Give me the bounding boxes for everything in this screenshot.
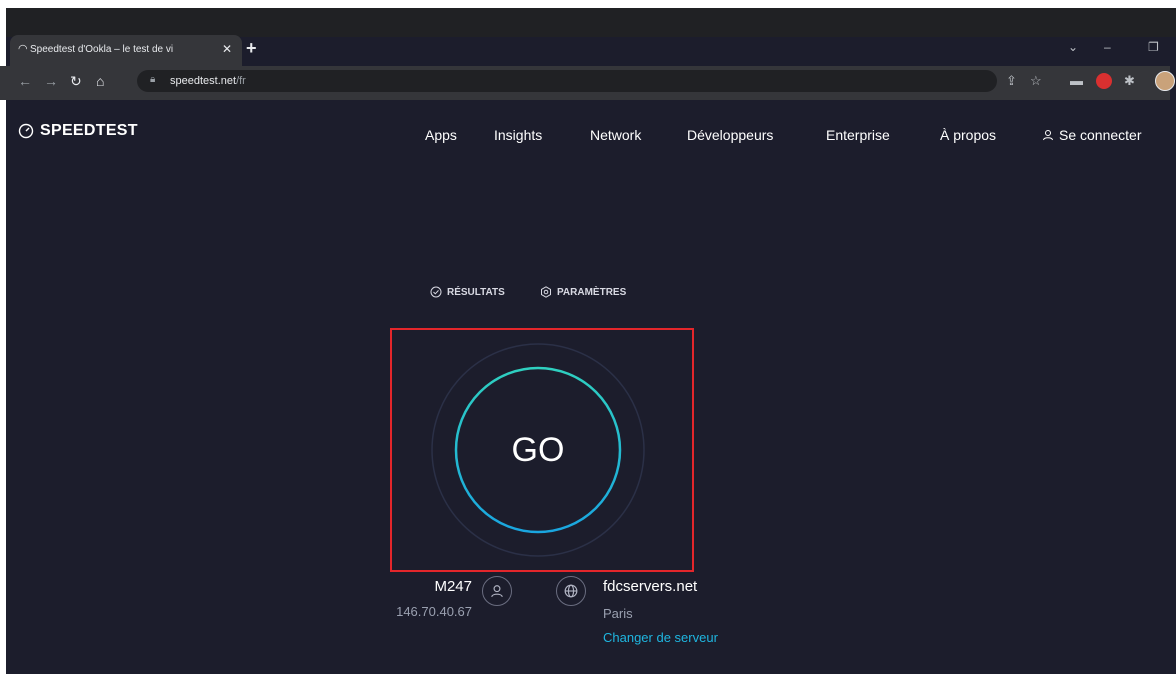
minimize-icon[interactable]: – (1104, 40, 1111, 54)
server-city: Paris (603, 606, 633, 621)
tab-strip (6, 8, 1176, 37)
nav-network[interactable]: Network (590, 127, 641, 143)
nav-apps[interactable]: Apps (425, 127, 457, 143)
check-circle-icon (430, 286, 442, 298)
home-icon[interactable]: ⌂ (96, 73, 104, 89)
url-host: speedtest.net (170, 75, 237, 87)
extension-icon[interactable]: ▬ (1070, 73, 1083, 88)
url-path: /fr (236, 75, 246, 87)
login-link[interactable]: Se connecter (1042, 127, 1142, 143)
login-label: Se connecter (1059, 127, 1142, 143)
extensions-puzzle-icon[interactable]: ✱ (1124, 73, 1135, 89)
nav-insights[interactable]: Insights (494, 127, 542, 143)
restore-icon[interactable]: ❐ (1148, 40, 1159, 54)
isp-user-icon (482, 576, 512, 606)
speedtest-gauge-icon (18, 123, 34, 139)
new-tab-icon[interactable]: + (246, 38, 257, 59)
tab-close-icon[interactable]: ✕ (222, 42, 232, 56)
nav-enterprise[interactable]: Enterprise (826, 127, 890, 143)
user-icon (1043, 130, 1053, 141)
settings-tab[interactable]: PARAMÈTRES (540, 286, 626, 298)
profile-avatar[interactable] (1155, 71, 1175, 91)
server-name: fdcservers.net (603, 578, 698, 595)
results-tab[interactable]: RÉSULTATS (430, 286, 505, 298)
lock-icon[interactable]: 🔒︎ (150, 74, 155, 85)
logo-text: SPEEDTEST (40, 122, 138, 139)
url-text[interactable]: speedtest.net/fr (170, 75, 246, 87)
results-label: RÉSULTATS (447, 286, 505, 298)
speedtest-logo[interactable]: SPEEDTEST (18, 122, 138, 140)
nav-developpeurs[interactable]: Développeurs (687, 127, 773, 143)
highlight-box (390, 328, 694, 572)
back-icon[interactable]: ← (18, 73, 32, 89)
change-server-link[interactable]: Changer de serveur (603, 630, 718, 645)
tab-search-icon[interactable]: ⌄ (1068, 40, 1078, 54)
bookmark-star-icon[interactable]: ☆ (1030, 73, 1042, 89)
share-icon[interactable]: ⇪ (1006, 73, 1017, 89)
isp-ip: 146.70.40.67 (396, 604, 472, 619)
reload-icon[interactable]: ↻ (70, 73, 82, 90)
globe-icon (556, 576, 586, 606)
gear-icon (541, 286, 551, 298)
nav-a-propos[interactable]: À propos (940, 127, 996, 143)
tab-title: Speedtest d'Ookla – le test de vi (30, 44, 174, 55)
address-bar[interactable] (137, 70, 997, 92)
settings-label: PARAMÈTRES (557, 286, 627, 298)
extension-badge-icon[interactable] (1096, 73, 1112, 89)
speedtest-favicon-icon: ◠ (18, 43, 28, 55)
isp-name: M247 (434, 578, 472, 595)
forward-icon[interactable]: → (44, 73, 58, 89)
